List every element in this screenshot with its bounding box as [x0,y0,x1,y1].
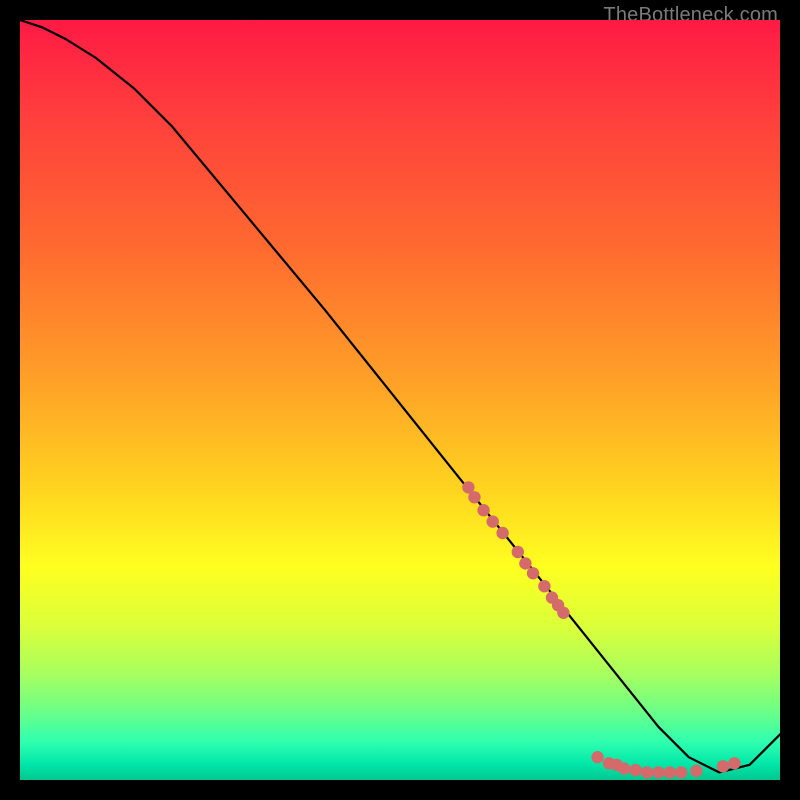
scatter-point [629,764,641,776]
scatter-point [496,527,508,539]
scatter-point [728,757,740,769]
plot-area [20,20,780,780]
scatter-point [487,515,499,527]
scatter-point [675,766,687,778]
scatter-point [538,580,550,592]
scatter-point [557,607,569,619]
chart-container: { "watermark": "TheBottleneck.com", "cha… [0,0,800,800]
scatter-point [512,546,524,558]
scatter-point [519,557,531,569]
scatter-point [641,766,653,778]
chart-svg [20,20,780,780]
scatter-point [477,504,489,516]
scatter-point [664,766,676,778]
scatter-point [652,766,664,778]
scatter-point [690,765,702,777]
scatter-point [591,751,603,763]
scatter-point [618,762,630,774]
curve-line [20,20,780,772]
scatter-points [462,481,740,778]
scatter-point [527,567,539,579]
scatter-point [468,491,480,503]
scatter-point [717,760,729,772]
